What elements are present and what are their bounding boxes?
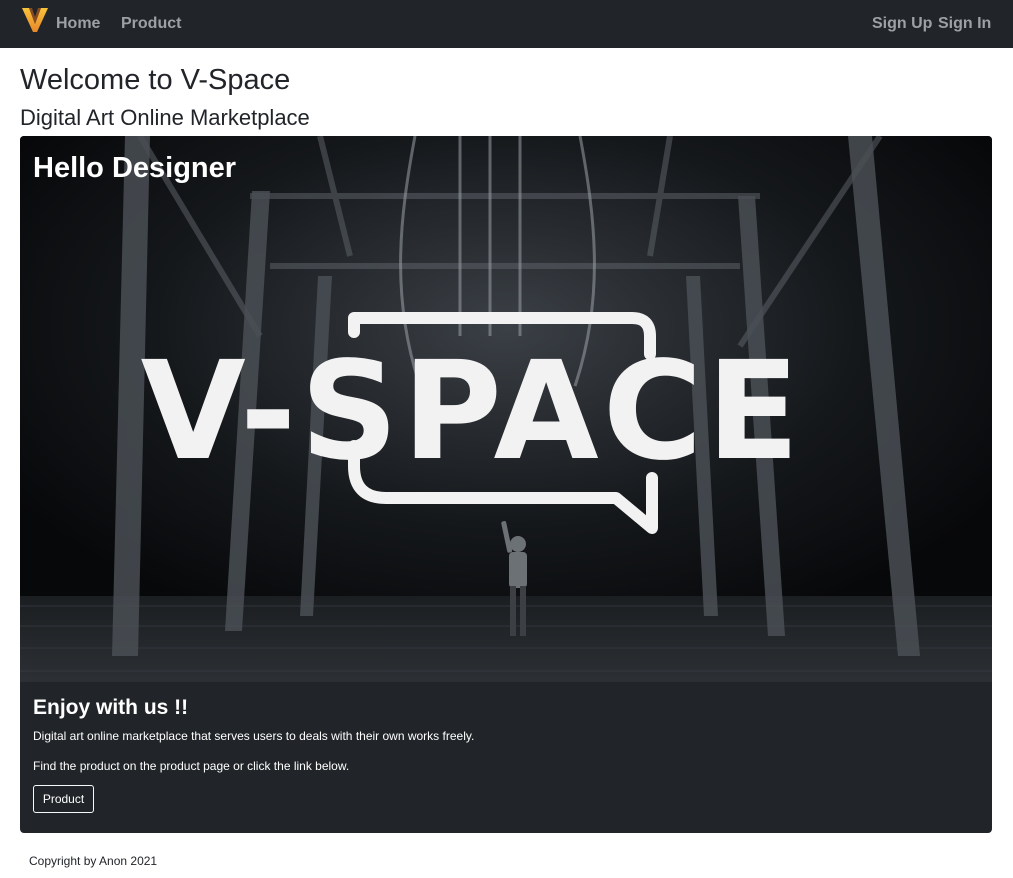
- product-button[interactable]: Product: [33, 785, 94, 813]
- footer-copyright: Copyright by Anon 2021: [29, 854, 158, 868]
- hero-card: V-SPACE Hello Designer Enjoy with us !! …: [20, 136, 992, 833]
- hero-title: Hello Designer: [33, 152, 237, 184]
- hero-logo-text: V-SPACE: [141, 333, 804, 491]
- card-body: Enjoy with us !! Digital art online mark…: [33, 694, 973, 813]
- navbar: Home Product Sign Up Sign In: [0, 0, 1013, 48]
- page-subtitle: Digital Art Online Marketplace: [20, 105, 310, 130]
- card-title: Enjoy with us !!: [33, 696, 189, 719]
- nav-sign-up-link[interactable]: Sign Up: [872, 14, 932, 34]
- v-logo-icon[interactable]: [20, 5, 50, 35]
- hero-image: V-SPACE Hello Designer: [20, 136, 992, 682]
- page-title: Welcome to V-Space: [20, 64, 291, 96]
- card-text-instruction: Find the product on the product page or …: [33, 759, 350, 773]
- nav-product-link[interactable]: Product: [121, 14, 181, 34]
- nav-home-link[interactable]: Home: [56, 14, 100, 34]
- nav-sign-in-link[interactable]: Sign In: [938, 14, 991, 34]
- card-text-description: Digital art online marketplace that serv…: [33, 729, 475, 743]
